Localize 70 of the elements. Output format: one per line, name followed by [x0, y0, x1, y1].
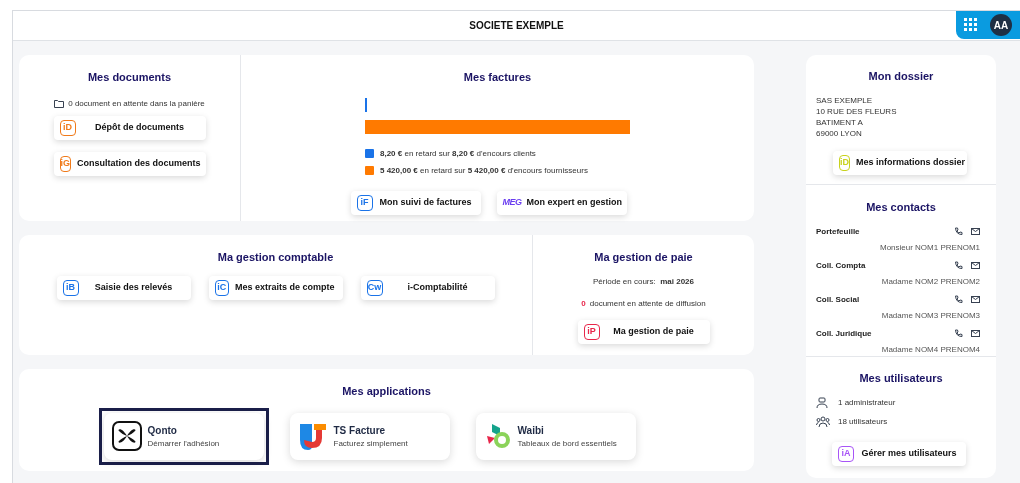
mail-icon[interactable] — [971, 330, 980, 337]
section-title: Ma gestion de paie — [594, 250, 693, 265]
action-button[interactable]: iA Gérer mes utilisateurs — [832, 441, 966, 466]
users-group-icon — [816, 415, 830, 428]
user-avatar[interactable]: AA — [990, 14, 1012, 36]
section-title: Mes factures — [463, 70, 532, 85]
contact-name: Madame NOM2 PRENOM2 — [881, 275, 980, 288]
period-text: Période en cours: mai 2026 — [593, 275, 694, 288]
app-subtitle: Démarrer l'adhésion — [147, 437, 220, 450]
badge-icon: iP — [583, 323, 600, 340]
section-title: Mes contacts — [865, 200, 937, 215]
user-count: 1 administrateur — [838, 396, 896, 409]
legend-text: 8,20 € en retard sur 8,20 € d'encours clients — [380, 147, 536, 160]
section-title: Mon dossier — [867, 69, 935, 84]
app-subtitle: Facturez simplement — [333, 437, 408, 450]
badge-icon: iC — [214, 279, 229, 296]
badge-icon: iB — [62, 279, 79, 296]
phone-icon[interactable] — [954, 261, 963, 270]
section-title: Mes applications — [342, 384, 431, 399]
phone-icon[interactable] — [954, 329, 963, 338]
contact-name: Madame NOM4 PRENOM4 — [881, 343, 980, 356]
action-button[interactable]: MEG Mon expert en gestion — [496, 190, 627, 215]
action-button[interactable]: iG Consultation des documents — [53, 151, 206, 176]
phone-icon[interactable] — [954, 295, 963, 304]
legend-text: 5 420,00 € en retard sur 5 420,00 € d'encours fournisseurs — [380, 164, 588, 177]
badge-icon: iG — [59, 155, 71, 172]
badge-icon: iA — [838, 445, 854, 462]
address-line: 10 RUE DES FLEURS — [816, 105, 898, 117]
section-title: Mes utilisateurs — [858, 371, 944, 386]
contact-name: Madame NOM3 PRENOM3 — [881, 309, 980, 322]
app-card-frame[interactable]: Qonto Démarrer l'adhésion — [98, 407, 269, 465]
app-name: Waibi — [517, 423, 545, 438]
contact-role: Coll. Social — [816, 293, 861, 306]
company-title: SOCIETE EXEMPLE — [469, 19, 564, 33]
section-title: Mes documents — [87, 70, 172, 85]
app-name: Qonto — [147, 423, 178, 438]
action-button[interactable]: Cw i-Comptabilité — [360, 275, 495, 300]
phone-icon[interactable] — [954, 227, 963, 236]
apps-grid-icon[interactable] — [964, 18, 978, 32]
badge-icon: Cw — [366, 279, 383, 296]
mail-icon[interactable] — [971, 296, 980, 303]
status-text: 0 document en attente dans la panière — [68, 97, 205, 110]
app-subtitle: Tableaux de bord essentiels — [517, 437, 617, 450]
action-button[interactable]: iP Ma gestion de paie — [577, 319, 710, 344]
app-name: TS Facture — [333, 423, 387, 438]
folder-icon — [54, 99, 65, 108]
brand-logo-text: MEG — [502, 195, 521, 209]
action-button[interactable]: iC Mes extraits de compte — [208, 275, 343, 300]
contact-role: Coll. Compta — [816, 259, 867, 272]
logo-icon — [111, 421, 142, 451]
badge-icon: iD — [839, 154, 850, 171]
address-line: 69000 LYON — [816, 127, 863, 139]
pending-text: document en attente de diffusion — [589, 297, 706, 310]
mail-icon[interactable] — [971, 262, 980, 269]
address-line: SAS EXEMPLE — [816, 94, 874, 106]
contact-role: Portefeuille — [816, 225, 861, 238]
pending-count: 0 — [581, 297, 586, 310]
address-line: BATIMENT A — [816, 116, 864, 128]
action-button[interactable]: iF Mon suivi de factures — [350, 190, 481, 215]
contact-name: Monsieur NOM1 PRENOM1 — [879, 241, 980, 254]
badge-icon: iF — [356, 194, 373, 211]
admin-user-icon — [816, 396, 830, 409]
contact-role: Coll. Juridique — [816, 327, 873, 340]
action-button[interactable]: iB Saisie des relevés — [56, 275, 191, 300]
badge-icon: iD — [59, 119, 76, 136]
mail-icon[interactable] — [971, 228, 980, 235]
action-button[interactable]: iD Dépôt de documents — [53, 115, 206, 140]
user-count: 18 utilisateurs — [838, 415, 888, 428]
action-button[interactable]: iD Mes informations dossier — [833, 150, 967, 175]
section-title: Ma gestion comptable — [217, 250, 334, 265]
